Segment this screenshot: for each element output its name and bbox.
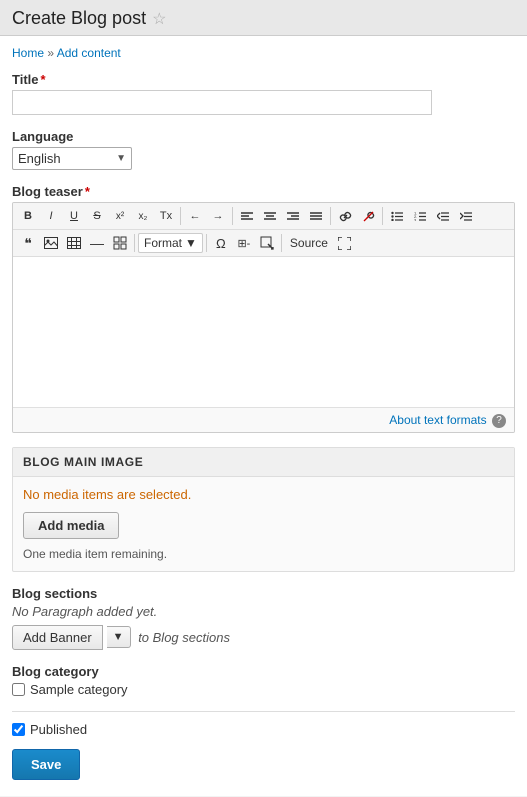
toolbar-undo[interactable]: ← xyxy=(184,206,206,226)
toolbar-omega[interactable]: Ω xyxy=(210,233,232,253)
toolbar-unlink[interactable] xyxy=(357,206,379,226)
no-media-message: No media items are selected. xyxy=(23,487,504,502)
published-checkbox[interactable] xyxy=(12,723,25,736)
toolbar-italic[interactable]: I xyxy=(40,206,62,226)
toolbar-align-left[interactable] xyxy=(236,206,258,226)
title-label: Title* xyxy=(12,72,515,87)
add-media-button[interactable]: Add media xyxy=(23,512,119,539)
toolbar-fullscreen[interactable] xyxy=(334,233,356,253)
toolbar-sep-5 xyxy=(134,234,135,252)
format-arrow: ▼ xyxy=(185,236,197,250)
title-required-star: * xyxy=(41,72,46,87)
toolbar-sep-4 xyxy=(382,207,383,225)
toolbar-table-edit[interactable]: ⊞- xyxy=(233,233,255,253)
svg-text:3.: 3. xyxy=(414,218,417,222)
format-label: Format xyxy=(144,236,182,250)
toolbar-indent[interactable] xyxy=(455,206,477,226)
sample-category-label: Sample category xyxy=(30,682,128,697)
toolbar-redo[interactable]: → xyxy=(207,206,229,226)
save-button[interactable]: Save xyxy=(12,749,80,780)
blog-teaser-required-star: * xyxy=(85,184,90,199)
toolbar-ordered-list[interactable]: 1.2.3. xyxy=(409,206,431,226)
toolbar-superscript[interactable]: x² xyxy=(109,206,131,226)
page-header: Create Blog post ☆ xyxy=(0,0,527,36)
blog-teaser-editor: B I U S x² x₂ Tx ← → xyxy=(12,202,515,433)
no-paragraph-message: No Paragraph added yet. xyxy=(12,604,515,619)
toolbar-underline[interactable]: U xyxy=(63,206,85,226)
language-value: English xyxy=(18,151,61,166)
add-banner-dropdown-arrow[interactable]: ▼ xyxy=(107,626,131,648)
toolbar-sep-6 xyxy=(206,234,207,252)
breadcrumb-home[interactable]: Home xyxy=(12,46,44,60)
media-remaining: One media item remaining. xyxy=(23,547,504,561)
toolbar-image[interactable] xyxy=(40,233,62,253)
toolbar-strikethrough[interactable]: S xyxy=(86,206,108,226)
blog-main-image-section: BLOG MAIN IMAGE No media items are selec… xyxy=(12,447,515,572)
about-formats-help-icon: ? xyxy=(492,414,506,428)
toolbar-table[interactable] xyxy=(63,233,85,253)
page-title: Create Blog post xyxy=(12,8,146,29)
toolbar-outdent[interactable] xyxy=(432,206,454,226)
sample-category-row[interactable]: Sample category xyxy=(12,682,515,697)
title-field-group: Title* xyxy=(12,72,515,115)
toolbar-row-2: ❝ — Format ▼ Ω ⊞- xyxy=(13,230,514,257)
toolbar-link[interactable] xyxy=(334,206,356,226)
sample-category-checkbox[interactable] xyxy=(12,683,25,696)
toolbar-special-char[interactable] xyxy=(109,233,131,253)
breadcrumb: Home » Add content xyxy=(12,46,515,60)
toolbar-unordered-list[interactable] xyxy=(386,206,408,226)
toolbar-subscript[interactable]: x₂ xyxy=(132,206,154,226)
toolbar-format-select[interactable]: Format ▼ xyxy=(138,233,203,253)
blog-category-label: Blog category xyxy=(12,664,515,679)
blog-sections-group: Blog sections No Paragraph added yet. Ad… xyxy=(12,586,515,650)
toolbar-sep-7 xyxy=(281,234,282,252)
editor-footer: About text formats ? xyxy=(13,407,514,432)
published-label[interactable]: Published xyxy=(30,722,87,737)
language-label: Language xyxy=(12,129,515,144)
blog-category-group: Blog category Sample category xyxy=(12,664,515,697)
toolbar-align-right[interactable] xyxy=(282,206,304,226)
toolbar-sep-3 xyxy=(330,207,331,225)
add-banner-button[interactable]: Add Banner xyxy=(12,625,103,650)
toolbar-align-justify[interactable] xyxy=(305,206,327,226)
toolbar-remove-format[interactable]: Tx xyxy=(155,206,177,226)
add-banner-group: Add Banner ▼ to Blog sections xyxy=(12,625,515,650)
blog-teaser-field-group: Blog teaser* B I U S x² x₂ Tx ← → xyxy=(12,184,515,433)
toolbar-resize[interactable] xyxy=(256,233,278,253)
toolbar-sep-2 xyxy=(232,207,233,225)
blog-teaser-label: Blog teaser* xyxy=(12,184,515,199)
media-body: No media items are selected. Add media O… xyxy=(13,477,514,571)
language-select[interactable]: English ▼ xyxy=(12,147,132,170)
toolbar-bold[interactable]: B xyxy=(17,206,39,226)
toolbar-row-1: B I U S x² x₂ Tx ← → xyxy=(13,203,514,230)
page-content: Home » Add content Title* Language Engli… xyxy=(0,36,527,796)
published-row: Published xyxy=(12,722,515,737)
title-input[interactable] xyxy=(12,90,432,115)
favorite-icon[interactable]: ☆ xyxy=(152,9,166,29)
breadcrumb-add-content[interactable]: Add content xyxy=(57,46,121,60)
language-dropdown-arrow: ▼ xyxy=(116,153,126,164)
toolbar-source[interactable]: Source xyxy=(285,233,333,253)
toolbar-align-center[interactable] xyxy=(259,206,281,226)
divider xyxy=(12,711,515,712)
media-section-title: BLOG MAIN IMAGE xyxy=(13,448,514,477)
to-sections-label: to Blog sections xyxy=(135,630,230,645)
blog-teaser-editor-body[interactable] xyxy=(13,257,514,407)
toolbar-sep-1 xyxy=(180,207,181,225)
breadcrumb-sep1: » xyxy=(47,46,54,60)
language-field-group: Language English ▼ xyxy=(12,129,515,170)
blog-sections-label: Blog sections xyxy=(12,586,515,601)
toolbar-blockquote[interactable]: ❝ xyxy=(17,233,39,253)
toolbar-hr[interactable]: — xyxy=(86,233,108,253)
about-text-formats-link[interactable]: About text formats ? xyxy=(389,413,506,427)
